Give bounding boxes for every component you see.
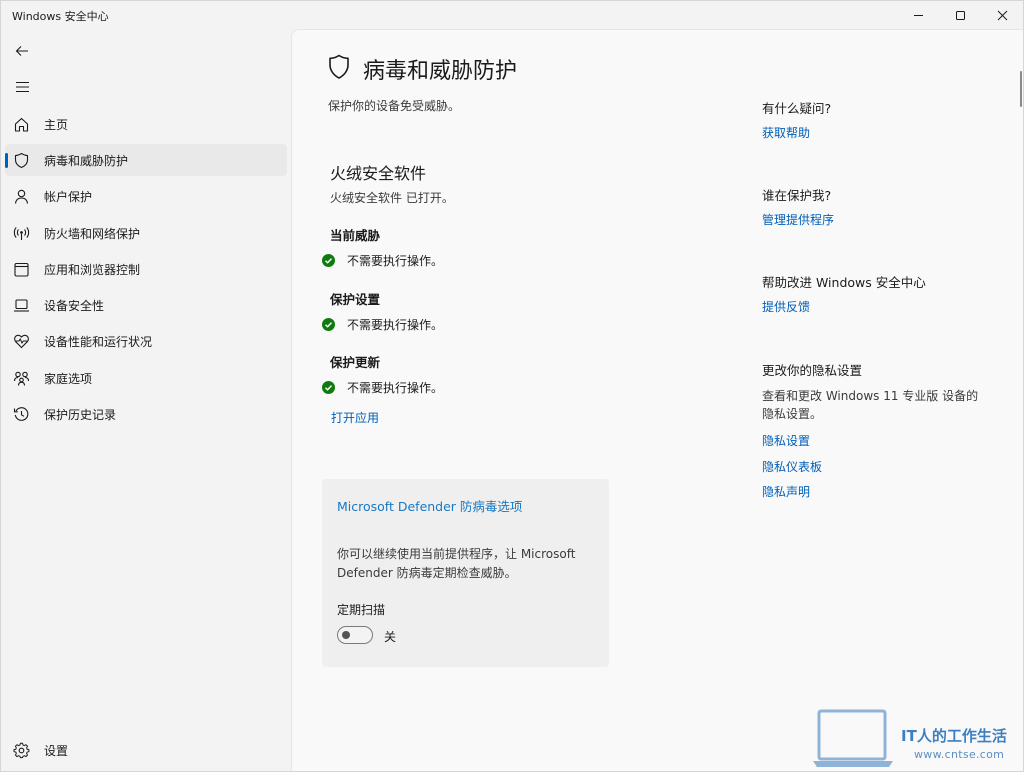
privacy-heading: 更改你的隐私设置 <box>762 363 863 378</box>
security-center-window: Windows 安全中心 主页 病毒和威胁防护 帐户保护 防火墙和网络保护 应用… <box>0 0 1024 772</box>
open-app-link[interactable]: 打开应用 <box>331 409 379 426</box>
give-feedback-link[interactable]: 提供反馈 <box>762 298 810 315</box>
status-row: 不需要执行操作。 <box>322 251 443 269</box>
section-heading: 保护更新 <box>330 355 381 370</box>
get-help-link[interactable]: 获取帮助 <box>762 124 810 141</box>
status-row: 不需要执行操作。 <box>322 378 443 396</box>
privacy-dashboard-link[interactable]: 隐私仪表板 <box>762 458 822 475</box>
watermark-title: IT人的工作生活 <box>901 727 1007 745</box>
nav-item-app-browser-control[interactable]: 应用和浏览器控制 <box>5 253 287 285</box>
status-text: 不需要执行操作。 <box>347 253 444 268</box>
nav-item-virus-protection[interactable]: 病毒和威胁防护 <box>5 144 287 176</box>
section-heading: 当前威胁 <box>330 228 381 243</box>
nav-item-label: 帐户保护 <box>44 189 93 204</box>
selection-indicator <box>5 153 8 168</box>
shield-icon <box>14 152 29 169</box>
defender-options-description: 你可以继续使用当前提供程序，让 Microsoft Defender 防病毒定期… <box>337 547 576 580</box>
back-arrow-icon <box>15 46 28 56</box>
shield-icon <box>329 54 349 79</box>
home-icon <box>14 117 29 132</box>
nav-item-label: 应用和浏览器控制 <box>44 262 141 277</box>
content-panel: 病毒和威胁防护 保护你的设备免受威胁。 火绒安全软件 火绒安全软件 已打开。 当… <box>291 29 1023 771</box>
periodic-scan-toggle[interactable] <box>337 626 373 644</box>
nav-item-label: 家庭选项 <box>44 371 93 386</box>
nav-item-label: 防火墙和网络保护 <box>44 226 141 241</box>
privacy-description: 查看和更改 Windows 11 专业版 设备的隐私设置。 <box>762 389 979 421</box>
check-circle-icon <box>322 317 335 331</box>
manage-providers-link[interactable]: 管理提供程序 <box>762 211 834 228</box>
toggle-state-label: 关 <box>384 630 397 644</box>
nav-item-home[interactable]: 主页 <box>5 108 287 140</box>
nav-item-protection-history[interactable]: 保护历史记录 <box>5 398 287 430</box>
status-row: 不需要执行操作。 <box>322 315 443 333</box>
minimize-button[interactable] <box>896 1 940 29</box>
scrollbar-thumb[interactable] <box>1020 71 1022 107</box>
title-bar[interactable]: Windows 安全中心 <box>1 1 1023 29</box>
status-text: 不需要执行操作。 <box>347 317 444 332</box>
nav-item-label: 设置 <box>44 743 69 758</box>
nav-item-account-protection[interactable]: 帐户保护 <box>5 180 287 212</box>
privacy-statement-link[interactable]: 隐私声明 <box>762 483 810 500</box>
app-title: Windows 安全中心 <box>12 10 109 23</box>
watermark-url: www.cntse.com <box>914 748 1005 761</box>
history-icon <box>13 407 29 421</box>
app-window-icon <box>14 262 29 277</box>
maximize-icon <box>955 10 965 20</box>
page-subtitle: 保护你的设备免受威胁。 <box>328 99 461 113</box>
close-button[interactable] <box>980 1 1023 29</box>
improve-heading: 帮助改进 Windows 安全中心 <box>762 275 926 290</box>
heart-pulse-icon <box>14 334 29 349</box>
hamburger-menu-icon <box>15 81 29 93</box>
nav-item-label: 主页 <box>44 117 69 132</box>
maximize-button[interactable] <box>938 1 982 29</box>
gear-icon <box>13 742 30 759</box>
nav-item-label: 保护历史记录 <box>44 407 117 422</box>
help-heading: 有什么疑问? <box>762 101 832 116</box>
privacy-settings-link[interactable]: 隐私设置 <box>762 432 810 449</box>
defender-options-title[interactable]: Microsoft Defender 防病毒选项 <box>337 496 522 515</box>
provider-name: 火绒安全软件 <box>330 164 427 183</box>
back-button[interactable] <box>9 39 35 63</box>
minimize-icon <box>913 14 923 16</box>
nav-item-device-health[interactable]: 设备性能和运行状况 <box>5 325 287 357</box>
nav-item-device-security[interactable]: 设备安全性 <box>5 289 287 321</box>
who-protects-heading: 谁在保护我? <box>762 188 832 203</box>
person-icon <box>14 189 29 204</box>
watermark: IT人的工作生活 www.cntse.com <box>813 709 1023 771</box>
laptop-icon <box>14 299 29 312</box>
toggle-knob <box>342 631 350 639</box>
nav-item-family-options[interactable]: 家庭选项 <box>5 362 287 394</box>
provider-status: 火绒安全软件 已打开。 <box>330 191 454 205</box>
nav-item-label: 设备安全性 <box>44 298 105 313</box>
family-icon <box>13 371 30 386</box>
status-text: 不需要执行操作。 <box>347 380 444 395</box>
check-circle-icon <box>322 253 335 267</box>
wifi-antenna-icon <box>13 227 30 240</box>
check-circle-icon <box>322 380 335 394</box>
nav-item-settings[interactable]: 设置 <box>5 734 287 766</box>
page-title: 病毒和威胁防护 <box>363 59 518 84</box>
nav-item-label: 病毒和威胁防护 <box>44 153 129 168</box>
laptop-logo-icon <box>813 709 893 767</box>
defender-options-card: Microsoft Defender 防病毒选项 你可以继续使用当前提供程序，让… <box>322 479 609 667</box>
menu-toggle-button[interactable] <box>9 75 35 99</box>
nav-item-label: 设备性能和运行状况 <box>44 334 153 349</box>
section-heading: 保护设置 <box>330 292 381 307</box>
nav-item-firewall[interactable]: 防火墙和网络保护 <box>5 217 287 249</box>
periodic-scan-label: 定期扫描 <box>337 603 386 617</box>
close-icon <box>997 10 1007 20</box>
